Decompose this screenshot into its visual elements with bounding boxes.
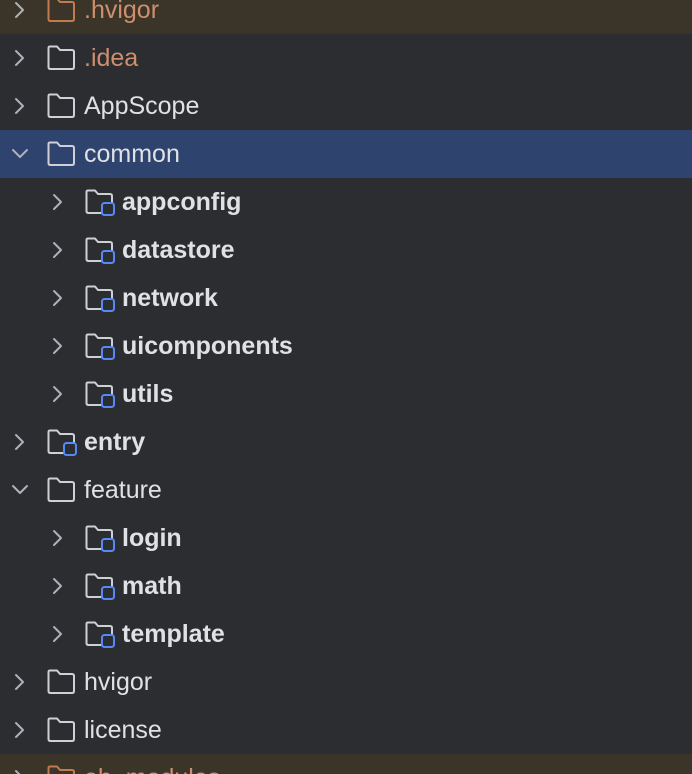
tree-row-login[interactable]: login xyxy=(0,514,692,562)
tree-row-dot-idea[interactable]: .idea xyxy=(0,34,692,82)
chevron-right-icon[interactable] xyxy=(48,624,68,644)
module-folder-icon xyxy=(84,284,116,312)
chevron-right-icon[interactable] xyxy=(48,576,68,596)
chevron-right-icon[interactable] xyxy=(10,0,30,20)
chevron-right-icon[interactable] xyxy=(10,768,30,774)
chevron-right-icon[interactable] xyxy=(10,720,30,740)
tree-item-label: datastore xyxy=(122,236,235,264)
folder-icon xyxy=(46,716,78,744)
module-folder-icon xyxy=(84,236,116,264)
chevron-right-icon[interactable] xyxy=(48,240,68,260)
chevron-right-icon[interactable] xyxy=(48,192,68,212)
project-tree: .hvigor .idea AppScope common appconfig datas… xyxy=(0,0,692,774)
module-folder-icon xyxy=(46,428,78,456)
chevron-right-icon[interactable] xyxy=(10,432,30,452)
tree-row-oh-modules[interactable]: oh_modules xyxy=(0,754,692,774)
tree-row-datastore[interactable]: datastore xyxy=(0,226,692,274)
excluded-folder-icon xyxy=(46,764,78,774)
chevron-right-icon[interactable] xyxy=(48,288,68,308)
excluded-folder-icon xyxy=(46,0,78,24)
tree-row-license[interactable]: license xyxy=(0,706,692,754)
module-folder-icon xyxy=(84,332,116,360)
folder-icon xyxy=(46,668,78,696)
tree-row-template[interactable]: template xyxy=(0,610,692,658)
tree-row-math[interactable]: math xyxy=(0,562,692,610)
tree-row-entry[interactable]: entry xyxy=(0,418,692,466)
tree-row-dot-hvigor[interactable]: .hvigor xyxy=(0,0,692,34)
tree-item-label: uicomponents xyxy=(122,332,293,360)
chevron-right-icon[interactable] xyxy=(10,48,30,68)
tree-item-label: math xyxy=(122,572,182,600)
tree-row-uicomponents[interactable]: uicomponents xyxy=(0,322,692,370)
tree-row-network[interactable]: network xyxy=(0,274,692,322)
tree-item-label: entry xyxy=(84,428,146,456)
tree-item-label: hvigor xyxy=(84,668,153,696)
chevron-right-icon[interactable] xyxy=(10,672,30,692)
folder-icon xyxy=(46,44,78,72)
chevron-down-icon[interactable] xyxy=(10,480,30,500)
tree-item-label: network xyxy=(122,284,218,312)
tree-item-label: license xyxy=(84,716,162,744)
tree-item-label: feature xyxy=(84,476,162,504)
tree-item-label: oh_modules xyxy=(84,754,220,774)
folder-icon xyxy=(46,92,78,120)
tree-item-label: .hvigor xyxy=(84,0,160,24)
tree-row-hvigor[interactable]: hvigor xyxy=(0,658,692,706)
tree-item-label: login xyxy=(122,524,182,552)
module-folder-icon xyxy=(84,188,116,216)
chevron-right-icon[interactable] xyxy=(48,384,68,404)
tree-row-utils[interactable]: utils xyxy=(0,370,692,418)
module-folder-icon xyxy=(84,620,116,648)
module-folder-icon xyxy=(84,572,116,600)
chevron-down-icon[interactable] xyxy=(10,144,30,164)
folder-icon xyxy=(46,140,78,168)
module-folder-icon xyxy=(84,380,116,408)
tree-item-label: utils xyxy=(122,380,174,408)
tree-row-appscope[interactable]: AppScope xyxy=(0,82,692,130)
tree-row-feature[interactable]: feature xyxy=(0,466,692,514)
chevron-right-icon[interactable] xyxy=(48,528,68,548)
module-folder-icon xyxy=(84,524,116,552)
tree-item-label: template xyxy=(122,620,225,648)
folder-icon xyxy=(46,476,78,504)
tree-item-label: .idea xyxy=(84,44,139,72)
chevron-right-icon[interactable] xyxy=(10,96,30,116)
tree-item-label: appconfig xyxy=(122,188,242,216)
chevron-right-icon[interactable] xyxy=(48,336,68,356)
tree-item-label: AppScope xyxy=(84,92,200,120)
tree-row-common[interactable]: common xyxy=(0,130,692,178)
tree-item-label: common xyxy=(84,140,180,168)
tree-row-appconfig[interactable]: appconfig xyxy=(0,178,692,226)
